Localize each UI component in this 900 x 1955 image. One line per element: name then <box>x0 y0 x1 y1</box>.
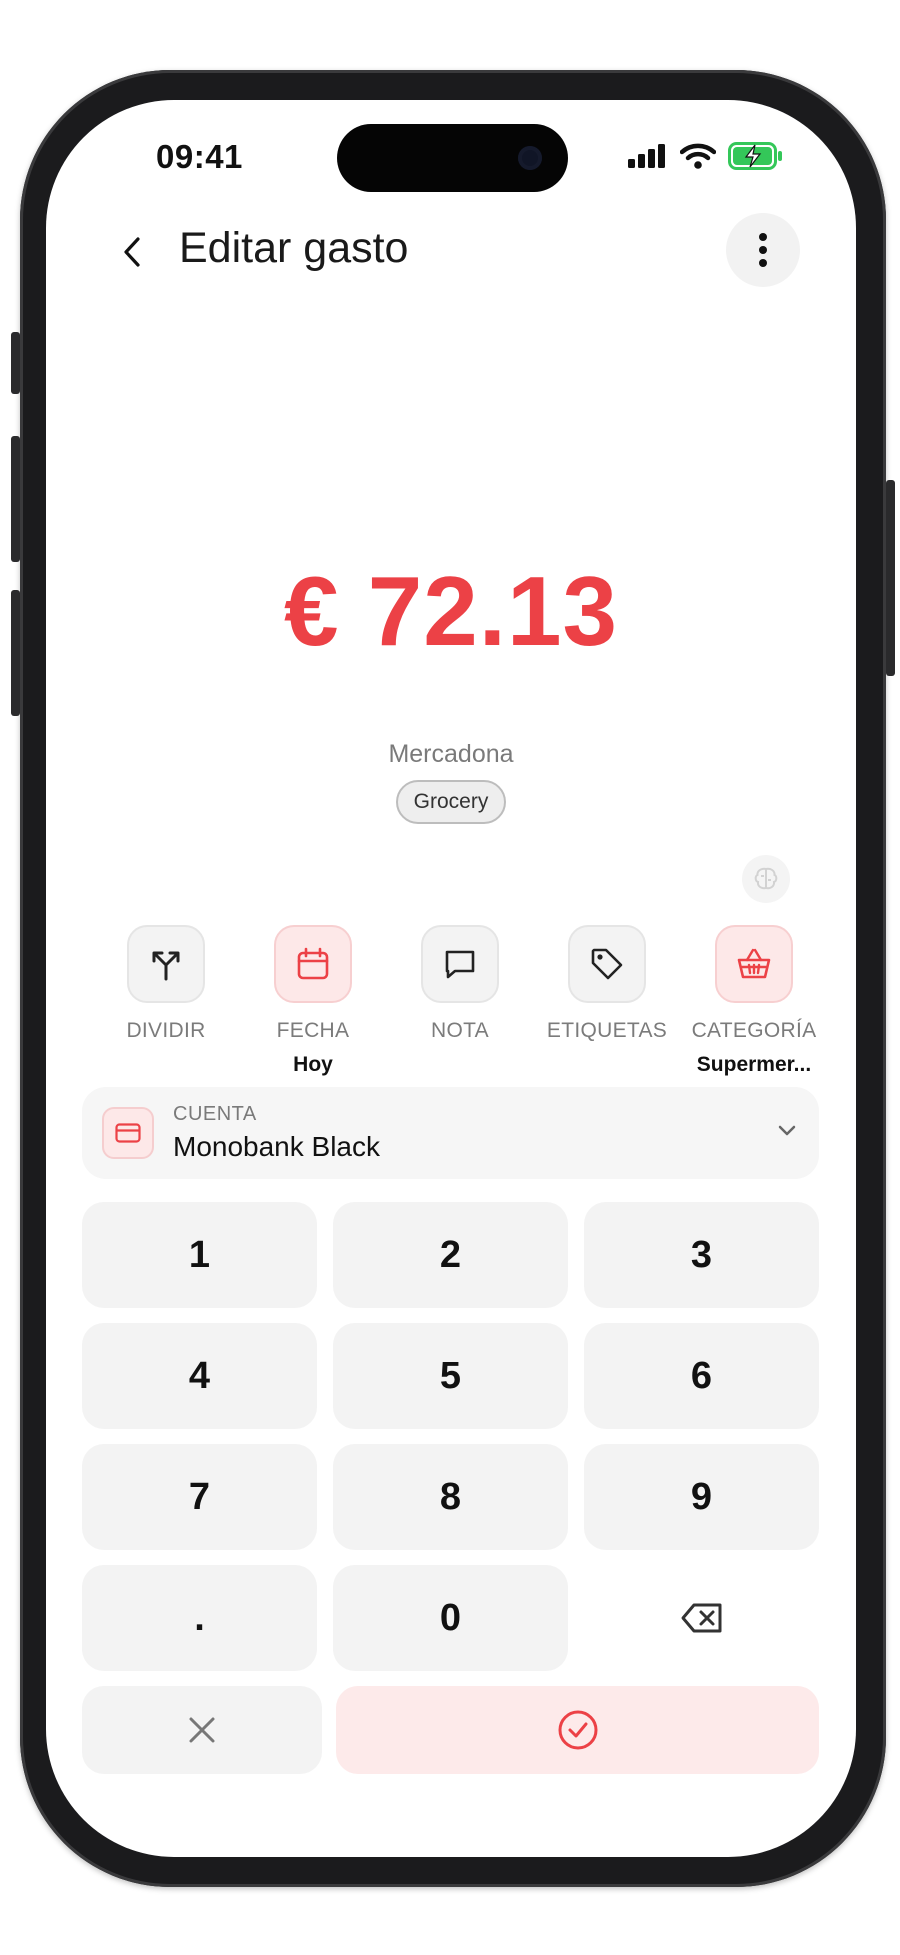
action-category-tile[interactable] <box>715 925 793 1003</box>
power-button <box>886 480 895 676</box>
brain-icon <box>754 867 778 890</box>
account-value: Monobank Black <box>173 1131 381 1162</box>
action-category-label: CATEGORÍA <box>691 1019 817 1042</box>
key-7[interactable]: 7 <box>82 1444 317 1550</box>
credit-card-icon <box>115 1123 141 1143</box>
action-tags-label: ETIQUETAS <box>546 1019 668 1042</box>
backspace-key[interactable] <box>584 1565 819 1671</box>
cellular-signal-icon <box>628 144 665 168</box>
back-button[interactable] <box>102 222 162 282</box>
page-title: Editar gasto <box>179 224 409 272</box>
key-5[interactable]: 5 <box>333 1323 568 1429</box>
chevron-left-icon <box>124 237 140 267</box>
cancel-button[interactable] <box>82 1686 322 1774</box>
action-note-tile[interactable] <box>421 925 499 1003</box>
camera-icon <box>518 146 542 170</box>
action-date[interactable]: FECHA Hoy <box>243 925 383 1077</box>
split-icon <box>152 951 180 981</box>
account-icon-box <box>102 1107 154 1159</box>
volume-up-button <box>11 436 20 562</box>
chevron-down-icon <box>778 1125 796 1136</box>
more-options-button[interactable] <box>726 213 800 287</box>
basket-icon <box>737 948 771 979</box>
action-split-label: DIVIDIR <box>126 1019 206 1042</box>
action-split[interactable]: DIVIDIR <box>96 925 236 1043</box>
check-circle-icon <box>558 1710 597 1750</box>
screen: 09:41 Editar gasto € 72.13 Mercadona Gro… <box>46 100 856 1857</box>
action-tags-tile[interactable] <box>568 925 646 1003</box>
key-9[interactable]: 9 <box>584 1444 819 1550</box>
wifi-icon <box>680 143 716 169</box>
status-icons <box>628 142 784 170</box>
confirm-button[interactable] <box>336 1686 819 1774</box>
key-3[interactable]: 3 <box>584 1202 819 1308</box>
close-icon <box>189 1717 215 1743</box>
action-category-value: Supermer... <box>696 1053 812 1076</box>
merchant-name[interactable]: Mercadona <box>46 740 856 769</box>
account-label: CUENTA <box>173 1103 257 1125</box>
action-category[interactable]: CATEGORÍA Supermer... <box>684 925 824 1077</box>
action-note-label: NOTA <box>431 1019 489 1042</box>
backspace-icon <box>681 1603 721 1633</box>
dynamic-island <box>337 124 568 192</box>
ai-assist-button[interactable] <box>742 855 790 903</box>
tag-chip[interactable]: Grocery <box>395 780 507 824</box>
action-note[interactable]: NOTA <box>390 925 530 1043</box>
action-split-tile[interactable] <box>127 925 205 1003</box>
action-date-tile[interactable] <box>274 925 352 1003</box>
tag-chip-wrap: Grocery <box>46 780 856 824</box>
quick-actions: DIVIDIR FECHA Hoy NOTA ETIQUETAS CATEGOR… <box>96 925 816 1077</box>
key-8[interactable]: 8 <box>333 1444 568 1550</box>
amount-display[interactable]: € 72.13 <box>46 555 856 668</box>
key-6[interactable]: 6 <box>584 1323 819 1429</box>
key-2[interactable]: 2 <box>333 1202 568 1308</box>
key-decimal[interactable]: . <box>82 1565 317 1671</box>
key-4[interactable]: 4 <box>82 1323 317 1429</box>
volume-down-button <box>11 590 20 716</box>
action-date-value: Hoy <box>293 1053 333 1076</box>
key-0[interactable]: 0 <box>333 1565 568 1671</box>
more-vertical-icon <box>759 233 767 267</box>
account-selector[interactable]: CUENTA Monobank Black <box>82 1087 819 1179</box>
action-date-label: FECHA <box>276 1019 350 1042</box>
action-tags[interactable]: ETIQUETAS <box>537 925 677 1043</box>
key-1[interactable]: 1 <box>82 1202 317 1308</box>
status-time: 09:41 <box>156 138 243 175</box>
battery-charging-icon <box>728 142 782 170</box>
action-button <box>11 332 20 394</box>
note-icon <box>445 950 475 979</box>
account-chevron[interactable] <box>775 1119 799 1148</box>
tag-icon <box>591 948 623 980</box>
calendar-icon <box>297 947 329 980</box>
